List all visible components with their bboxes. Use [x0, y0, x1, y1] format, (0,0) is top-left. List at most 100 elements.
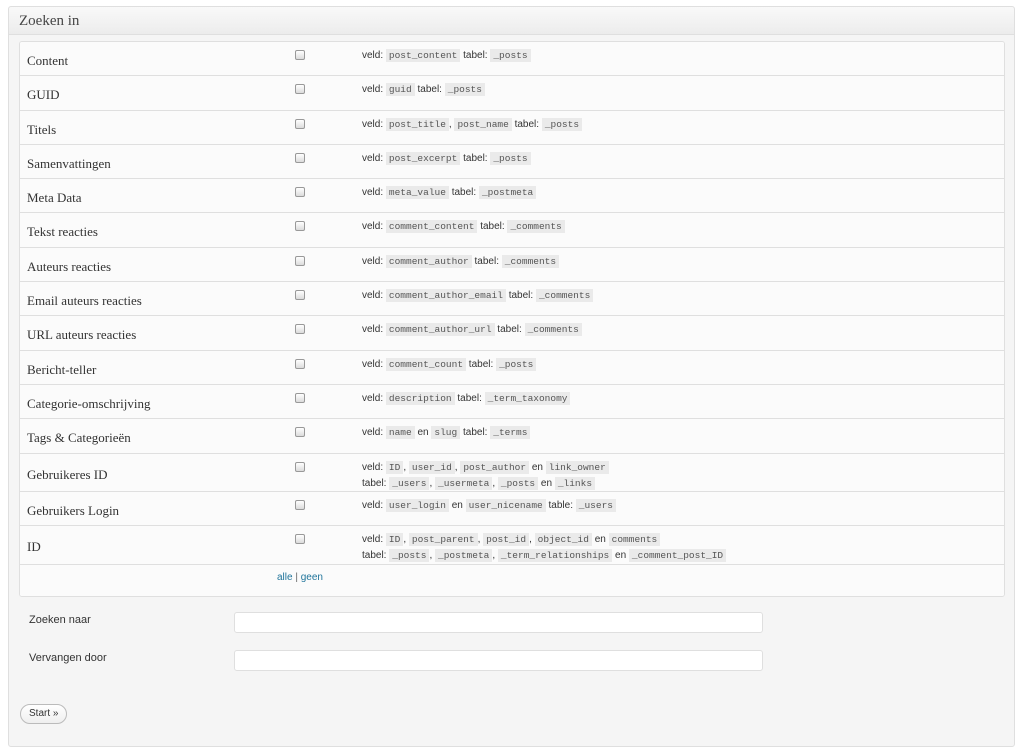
description-line: tabel: _users, _usermeta, _posts en _lin… [362, 476, 609, 492]
field-description: veld: comment_author tabel: _comments [362, 254, 560, 270]
table-row: Tekst reacties veld: comment_content tabe… [20, 213, 1004, 248]
description-text: veld: [362, 255, 386, 267]
table-row: Meta Data veld: meta_value tabel: _postme… [20, 179, 1004, 214]
description-text: en [448, 500, 466, 512]
db-identifier: _users [575, 499, 616, 513]
description-text: veld: [362, 118, 386, 130]
row-checkbox[interactable] [295, 392, 305, 403]
db-identifier: comment_author_url [385, 323, 495, 337]
search-in-table: Content veld: post_content tabel: _posts G… [19, 41, 1005, 597]
db-identifier: post_title [385, 117, 449, 131]
field-description: veld: meta_value tabel: _postmeta [362, 185, 537, 201]
db-identifier: _usermeta [435, 476, 493, 490]
db-identifier: slug [431, 426, 461, 440]
row-checkbox[interactable] [295, 290, 305, 301]
description-text: tabel: [494, 324, 525, 336]
db-identifier: _terms [490, 426, 531, 440]
row-checkbox[interactable] [295, 534, 305, 545]
description-text: tabel: [448, 187, 479, 199]
row-label: Tekst reacties [27, 224, 98, 240]
db-identifier: _posts [490, 49, 531, 62]
description-text: tabel: [460, 152, 491, 164]
description-line: tabel: _posts, _postmeta, _term_relation… [362, 548, 727, 564]
row-checkbox[interactable] [295, 427, 305, 438]
description-text: en [612, 550, 629, 562]
db-identifier: post_author [460, 460, 530, 474]
row-checkbox[interactable] [295, 84, 305, 95]
db-identifier: comments [608, 533, 661, 547]
description-text: veld: [362, 500, 386, 512]
description-line: veld: post_content tabel: _posts [362, 48, 531, 64]
description-text: veld: [362, 534, 386, 546]
row-checkbox[interactable] [295, 461, 305, 472]
start-button[interactable]: Start » [20, 704, 68, 724]
row-label: Gebruikeres ID [27, 466, 108, 482]
table-row: Tags & Categorieën veld: name en slug tab… [20, 419, 1004, 454]
description-text: veld: [362, 392, 386, 404]
db-identifier: _comments [507, 220, 565, 234]
description-text: veld: [362, 187, 386, 199]
description-text: tabel: [460, 50, 491, 61]
db-identifier: ID [385, 533, 404, 547]
search-label: Zoeken naar [29, 614, 91, 626]
db-identifier: guid [385, 83, 415, 97]
row-checkbox[interactable] [295, 118, 305, 129]
replace-label: Vervangen door [29, 652, 107, 664]
db-identifier: comment_count [385, 357, 467, 371]
search-field-row: Zoeken naar [9, 612, 1009, 636]
description-text: tabel: [466, 358, 497, 370]
description-line: veld: comment_content tabel: _comments [362, 219, 565, 235]
replace-input[interactable] [234, 650, 763, 671]
table-row: Titels veld: post_title, post_name tabel:… [20, 110, 1004, 145]
description-text: tabel: [362, 477, 390, 489]
description-text: tabel: [362, 550, 390, 562]
db-identifier: _posts [496, 357, 537, 371]
row-checkbox[interactable] [295, 255, 305, 266]
row-checkbox[interactable] [295, 500, 305, 511]
select-none-link[interactable]: geen [301, 572, 323, 583]
description-text: veld: [362, 324, 386, 336]
row-checkbox[interactable] [295, 358, 305, 369]
db-identifier: _comments [524, 323, 582, 337]
db-identifier: _posts [490, 151, 531, 165]
row-checkbox[interactable] [295, 50, 305, 60]
row-checkbox[interactable] [295, 324, 305, 335]
db-identifier: _term_relationships [497, 549, 613, 563]
row-checkbox[interactable] [295, 221, 305, 232]
db-identifier: _term_taxonomy [484, 391, 571, 405]
description-text: veld: [362, 290, 386, 302]
description-line: veld: post_excerpt tabel: _posts [362, 151, 531, 167]
description-text: veld: [362, 50, 386, 61]
field-description: veld: comment_content tabel: _comments [362, 219, 565, 235]
db-identifier: description [385, 391, 455, 405]
db-identifier: post_content [385, 49, 461, 62]
db-identifier: _posts [541, 117, 583, 131]
description-text: en [538, 477, 555, 489]
db-identifier: _postmeta [478, 186, 537, 200]
db-identifier: post_parent [408, 533, 478, 547]
db-identifier: _posts [497, 476, 539, 490]
select-all-link[interactable]: alle [277, 572, 293, 583]
db-identifier: meta_value [385, 186, 449, 200]
field-description: veld: description tabel: _term_taxonomy [362, 391, 571, 407]
description-text: en [591, 534, 609, 546]
table-row: Categorie-omschrijving veld: description … [20, 384, 1004, 420]
description-text: table: [545, 500, 576, 512]
table-row: Bericht-teller veld: comment_count tabel:… [20, 350, 1004, 385]
db-identifier: user_id [408, 460, 455, 474]
field-description: veld: comment_count tabel: _posts [362, 357, 537, 373]
db-identifier: _users [389, 476, 430, 490]
db-identifier: object_id [534, 533, 592, 547]
table-row: GUID veld: guid tabel: _posts [20, 76, 1004, 111]
search-input[interactable] [234, 612, 763, 633]
db-identifier: user_nicename [465, 499, 546, 513]
field-description: veld: ID, post_parent, post_id, object_i… [362, 532, 727, 564]
db-identifier: post_name [454, 117, 512, 131]
field-description: veld: comment_author_email tabel: _comme… [362, 288, 594, 304]
table-row: ID veld: ID, post_parent, post_id, object… [20, 526, 1004, 565]
db-identifier: post_id [483, 533, 530, 547]
description-text: tabel: [454, 392, 485, 404]
row-checkbox[interactable] [295, 152, 305, 163]
row-checkbox[interactable] [295, 187, 305, 198]
db-identifier: _posts [444, 83, 485, 97]
